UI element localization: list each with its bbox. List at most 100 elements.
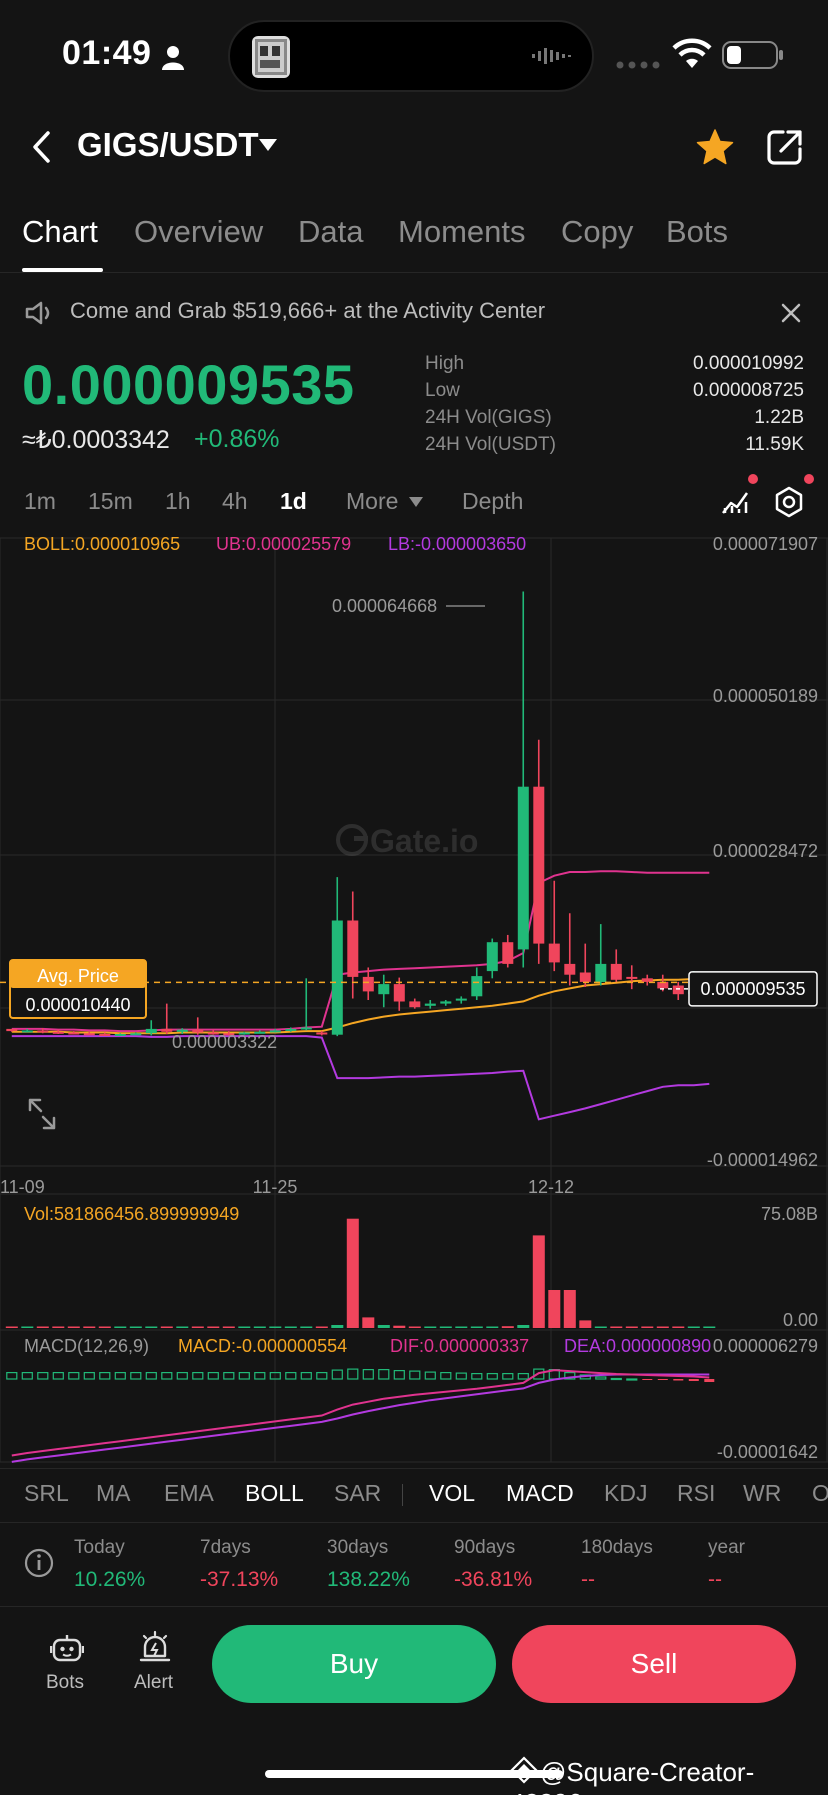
- indicator-tab-wr[interactable]: WR: [743, 1480, 781, 1507]
- macd-histogram-bar: [502, 1372, 514, 1380]
- current-price-tag-text: 0.000009535: [700, 979, 805, 999]
- candle-body: [455, 998, 467, 1001]
- macd-max: 0.000006279: [713, 1336, 818, 1356]
- indicator-tab-macd[interactable]: MACD: [506, 1480, 574, 1507]
- interval-1m[interactable]: 1m: [24, 488, 56, 515]
- volume-bar: [176, 1326, 189, 1328]
- volume-bar: [641, 1326, 654, 1328]
- perf-label-year: year: [708, 1537, 745, 1558]
- interval-15m[interactable]: 15m: [88, 488, 133, 515]
- volume-bar: [67, 1326, 80, 1328]
- info-icon[interactable]: [24, 1548, 54, 1578]
- volume-bar: [517, 1325, 530, 1328]
- volume-bar: [300, 1326, 313, 1328]
- tab-bots[interactable]: Bots: [666, 214, 728, 250]
- fullscreen-icon[interactable]: [28, 1098, 56, 1130]
- candle-body: [533, 786, 545, 944]
- indicator-tab-sar[interactable]: SAR: [334, 1480, 381, 1507]
- more-caret-icon[interactable]: [408, 496, 424, 508]
- alert-label[interactable]: Alert: [134, 1672, 173, 1694]
- macd-histogram-bar: [688, 1379, 699, 1381]
- bots-label[interactable]: Bots: [46, 1672, 84, 1694]
- macd-histogram-bar: [176, 1371, 188, 1380]
- avg-price-label: Avg. Price: [37, 966, 119, 986]
- x-tick: 12-12: [528, 1177, 574, 1197]
- volume-bar: [284, 1326, 297, 1328]
- settings-notification-dot: [804, 474, 814, 484]
- volume-bar: [625, 1326, 638, 1328]
- high-value: 0.000010992: [693, 353, 804, 374]
- indicator-tab-ema[interactable]: EMA: [164, 1480, 214, 1507]
- sell-button[interactable]: Sell: [512, 1625, 796, 1703]
- interval-1d[interactable]: 1d: [280, 488, 307, 515]
- share-icon[interactable]: [766, 128, 804, 166]
- perf-value-today: 10.26%: [74, 1568, 146, 1591]
- favorite-star-icon[interactable]: [696, 128, 734, 166]
- perf-value-7days: -37.13%: [200, 1568, 279, 1591]
- candle-body: [114, 1034, 126, 1036]
- indicator-separator: [402, 1484, 403, 1506]
- battery-icon: [722, 41, 783, 69]
- macd-histogram-bar: [145, 1371, 157, 1380]
- creator-watermark: @Square-Creator-43296...: [510, 1756, 828, 1795]
- macd-histogram-bar: [486, 1372, 498, 1380]
- indicator-chart-icon[interactable]: [720, 486, 750, 516]
- indicator-tab-srl[interactable]: SRL: [24, 1480, 69, 1507]
- divider: [0, 272, 828, 273]
- macd-histogram-bar: [114, 1371, 126, 1380]
- pair-dropdown-caret-icon[interactable]: [258, 138, 278, 152]
- watermark-text: Gate.io: [370, 823, 478, 859]
- announcement-text[interactable]: Come and Grab $519,666+ at the Activity …: [70, 298, 545, 324]
- indicator-tab-boll[interactable]: BOLL: [245, 1480, 304, 1507]
- interval-depth[interactable]: Depth: [462, 488, 523, 515]
- macd-histogram-bar: [642, 1379, 653, 1380]
- square-logo-icon: [510, 1756, 538, 1784]
- volume-bar: [439, 1326, 452, 1328]
- candle-body: [285, 1028, 297, 1031]
- candle-body: [130, 1033, 142, 1036]
- converted-price: ≈₺0.0003342: [22, 426, 170, 454]
- indicator-tab-ma[interactable]: MA: [96, 1480, 131, 1507]
- robot-icon[interactable]: [50, 1632, 84, 1664]
- indicator-tab-kdj[interactable]: KDJ: [604, 1480, 647, 1507]
- max-price-label: 0.000064668: [332, 596, 437, 616]
- macd-histogram-bar: [68, 1371, 80, 1380]
- indicator-tab-more[interactable]: O: [812, 1480, 828, 1507]
- macd-histogram-bar: [285, 1371, 297, 1380]
- volume-label: Vol:581866456.899999949: [24, 1204, 239, 1224]
- tab-copy[interactable]: Copy: [561, 214, 633, 250]
- trading-pair-title[interactable]: GIGS/USDT: [77, 126, 259, 164]
- vol-base-value: 1.22B: [754, 407, 804, 428]
- macd-histogram-bar: [455, 1372, 467, 1380]
- interval-4h[interactable]: 4h: [222, 488, 248, 515]
- tab-overview[interactable]: Overview: [134, 214, 263, 250]
- macd-histogram-bar: [704, 1379, 715, 1382]
- interval-more[interactable]: More: [346, 488, 398, 515]
- interval-1h[interactable]: 1h: [165, 488, 191, 515]
- macd-dea-line: [11, 1373, 710, 1463]
- low-label: Low: [425, 380, 460, 401]
- watermark-text: @Square-Creator-43296...: [510, 1757, 755, 1795]
- alert-bell-icon[interactable]: [138, 1630, 172, 1664]
- tab-chart[interactable]: Chart: [22, 214, 98, 250]
- volume-bar: [393, 1325, 406, 1328]
- macd-params: MACD(12,26,9): [24, 1336, 149, 1356]
- price-change-percent: +0.86%: [194, 425, 280, 453]
- back-arrow-icon[interactable]: [28, 130, 58, 164]
- indicator-tab-rsi[interactable]: RSI: [677, 1480, 715, 1507]
- tab-data[interactable]: Data: [298, 214, 363, 250]
- close-icon[interactable]: [780, 302, 802, 324]
- y-tick: 0.000050189: [713, 686, 818, 706]
- macd-histogram-bar: [331, 1369, 343, 1380]
- macd-value: MACD:-0.000000554: [178, 1336, 347, 1356]
- volume-bar: [36, 1326, 49, 1328]
- buy-button[interactable]: Buy: [212, 1625, 496, 1703]
- candle-body: [393, 984, 405, 1002]
- price-chart[interactable]: BOLL:0.000010965 UB:0.000025579 LB:-0.00…: [0, 528, 828, 1468]
- volume-min: 0.00: [783, 1310, 818, 1330]
- indicator-tab-vol[interactable]: VOL: [429, 1480, 475, 1507]
- tab-moments[interactable]: Moments: [398, 214, 525, 250]
- macd-histogram-bar: [238, 1371, 250, 1380]
- settings-icon[interactable]: [773, 486, 805, 518]
- candle-body: [440, 1001, 452, 1004]
